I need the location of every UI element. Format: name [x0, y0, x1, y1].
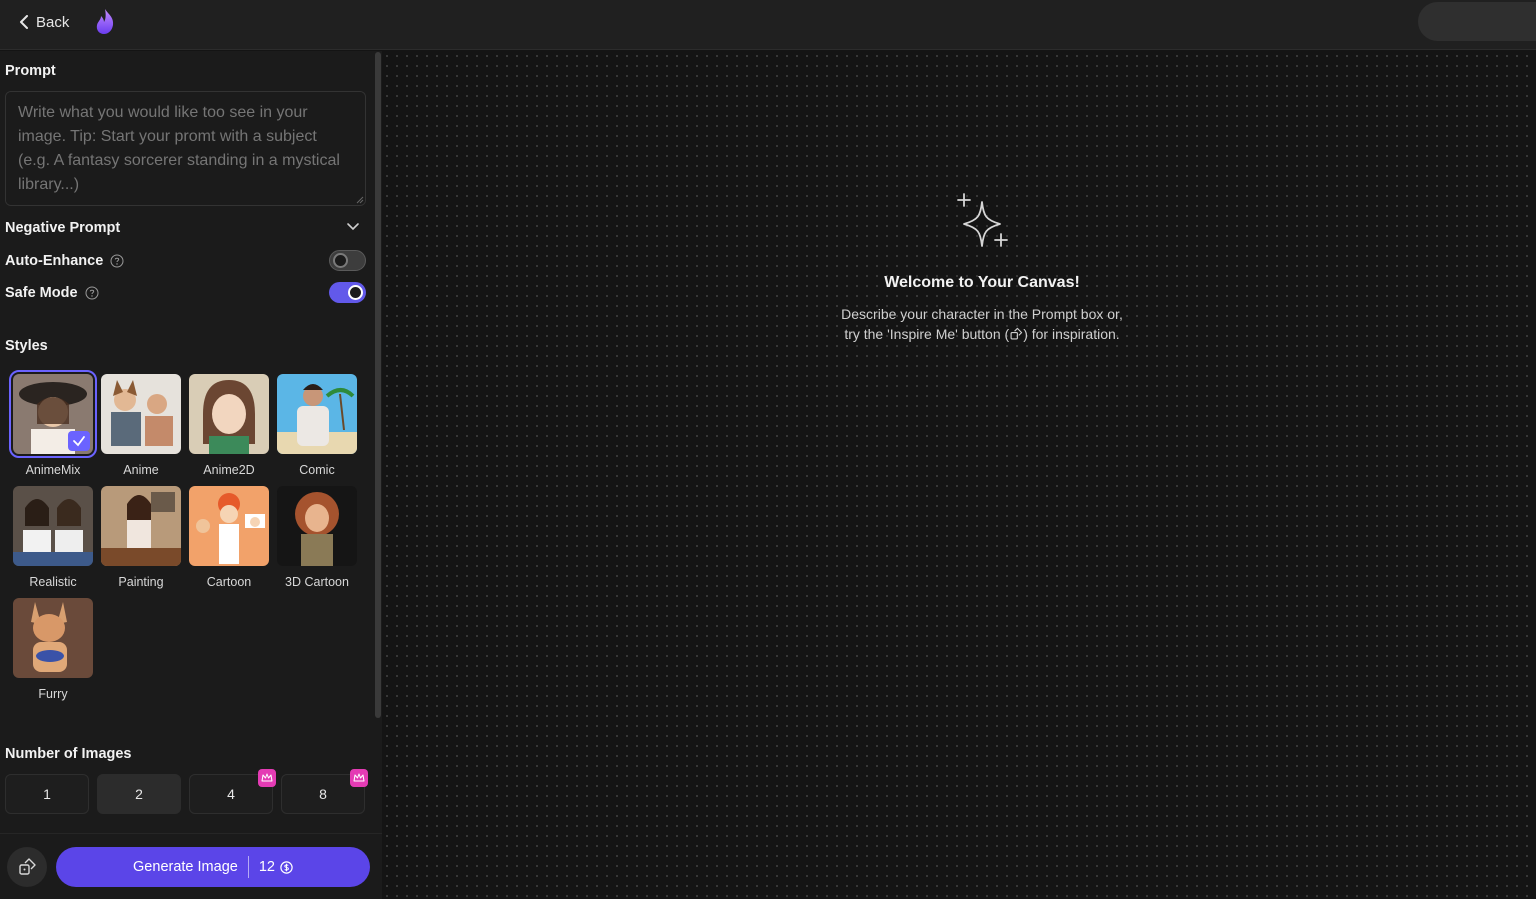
top-bar: Back [0, 0, 1536, 50]
style-label: Painting [118, 575, 164, 589]
dice-icon [1010, 327, 1023, 340]
style-card-furry[interactable]: Furry [12, 598, 94, 701]
dice-icon [19, 858, 36, 875]
divider [247, 856, 249, 878]
style-thumbnail-comic[interactable] [277, 374, 357, 454]
style-label: Realistic [29, 575, 77, 589]
style-thumbnail-anime[interactable] [101, 374, 181, 454]
auto-enhance-toggle[interactable] [329, 250, 366, 271]
style-card-animemix[interactable]: AnimeMix [9, 370, 97, 477]
flame-logo-icon[interactable] [92, 8, 118, 36]
generate-image-button[interactable]: Generate Image 12 [56, 847, 370, 887]
generate-label: Generate Image [133, 859, 238, 875]
inspire-me-button[interactable] [7, 847, 47, 887]
style-thumbnail-cartoon[interactable] [189, 486, 269, 566]
style-label: Anime2D [203, 463, 255, 477]
prompt-title: Prompt [5, 63, 56, 79]
prompt-input[interactable] [5, 91, 366, 206]
image-count-1-button[interactable]: 1 [5, 774, 89, 814]
style-thumbnail-painting[interactable] [101, 486, 181, 566]
sparkle-icon [957, 193, 1008, 247]
crown-icon [350, 769, 368, 787]
style-card-cartoon[interactable]: Cartoon [188, 486, 270, 589]
auto-enhance-label: Auto-Enhance [5, 253, 104, 269]
style-card-realistic[interactable]: Realistic [12, 486, 94, 589]
negative-prompt-label: Negative Prompt [5, 220, 121, 236]
style-label: Cartoon [206, 575, 252, 589]
safe-mode-row: Safe Mode [5, 281, 366, 305]
crown-icon [258, 769, 276, 787]
auto-enhance-row: Auto-Enhance [5, 249, 366, 273]
safe-mode-toggle[interactable] [329, 282, 366, 303]
image-count-4-button[interactable]: 4 [189, 769, 276, 814]
style-thumbnail-realistic[interactable] [13, 486, 93, 566]
style-thumbnail-animemix[interactable] [9, 370, 97, 458]
check-icon [68, 431, 90, 451]
generate-cost: 12 [259, 859, 293, 875]
resize-grip-icon[interactable] [356, 196, 364, 204]
welcome-description: Describe your character in the Prompt bo… [841, 306, 1123, 342]
image-count-2-button[interactable]: 2 [97, 774, 181, 814]
canvas-welcome: Welcome to Your Canvas! Describe your ch… [812, 190, 1152, 344]
chevron-left-icon [20, 15, 28, 29]
style-label: 3D Cartoon [285, 575, 349, 589]
style-label: AnimeMix [25, 463, 81, 477]
canvas-area[interactable] [382, 51, 1536, 899]
style-card-anime[interactable]: Anime [100, 374, 182, 477]
style-label: Anime [123, 463, 159, 477]
coin-icon [280, 860, 293, 874]
back-button[interactable]: Back [18, 11, 69, 33]
back-label: Back [36, 13, 70, 31]
welcome-title: Welcome to Your Canvas! [884, 274, 1080, 291]
style-card-3d-cartoon[interactable]: 3D Cartoon [276, 486, 358, 589]
style-card-comic[interactable]: Comic [276, 374, 358, 477]
style-thumbnail-anime2d[interactable] [189, 374, 269, 454]
help-icon[interactable] [110, 254, 124, 268]
sidebar-scrollbar[interactable] [375, 52, 381, 718]
styles-title: Styles [5, 338, 48, 354]
style-thumbnail-furry[interactable] [13, 598, 93, 678]
account-pill[interactable] [1418, 2, 1536, 41]
style-thumbnail-3d-cartoon[interactable] [277, 486, 357, 566]
style-label: Furry [38, 687, 68, 701]
number-of-images-title: Number of Images [5, 746, 132, 762]
chevron-down-icon[interactable] [346, 222, 360, 232]
style-label: Comic [299, 463, 335, 477]
style-card-painting[interactable]: Painting [100, 486, 182, 589]
help-icon[interactable] [85, 286, 99, 300]
safe-mode-label: Safe Mode [5, 285, 78, 301]
negative-prompt-row[interactable]: Negative Prompt [5, 216, 366, 240]
image-count-8-button[interactable]: 8 [281, 769, 368, 814]
style-card-anime2d[interactable]: Anime2D [188, 374, 270, 477]
